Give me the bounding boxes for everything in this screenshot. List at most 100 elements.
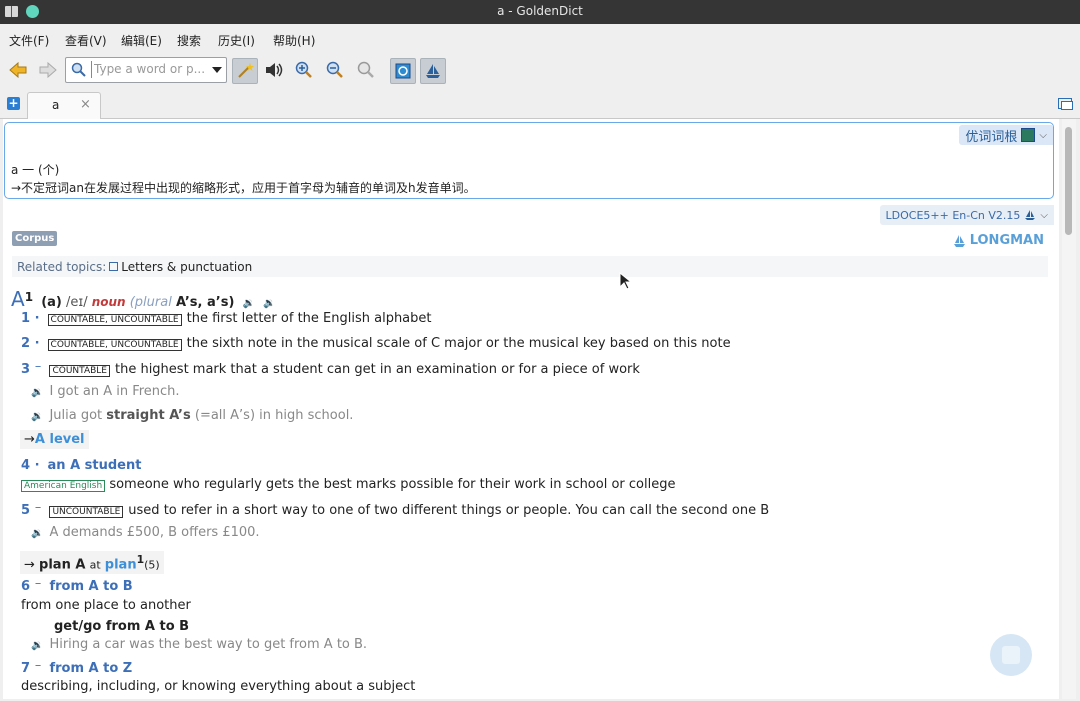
tab-a[interactable]: a × xyxy=(27,92,101,119)
cross-reference[interactable]: → plan A at plan1(5) xyxy=(20,551,164,575)
zoom-in-button[interactable] xyxy=(292,58,316,82)
example-text: I got an A in French. xyxy=(49,384,180,399)
arrow-icon: → xyxy=(24,432,35,447)
xref-link[interactable]: A level xyxy=(35,432,85,447)
sense-definition: the first letter of the English alphabet xyxy=(186,311,432,326)
dictionary-tab-ldoce[interactable]: LDOCE5++ En-Cn V2.15 ⌵ xyxy=(879,205,1054,225)
chevron-down-icon[interactable]: ⌵ xyxy=(1040,210,1048,221)
chevron-down-icon[interactable]: ⌵ xyxy=(1039,130,1047,141)
sense-4: 4 · an A student xyxy=(21,458,141,473)
speaker-icon[interactable]: 🔉 xyxy=(31,411,43,422)
menu-history[interactable]: 历史(I) xyxy=(218,32,255,49)
wordlist-button[interactable] xyxy=(420,58,446,84)
zoom-out-button[interactable] xyxy=(323,58,347,82)
sense-mark: ⁻ xyxy=(34,503,42,518)
article-longman: LDOCE5++ En-Cn V2.15 ⌵ Corpus LONGMAN Re… xyxy=(4,203,1054,699)
zoom-reset-icon xyxy=(357,61,374,78)
search-box[interactable] xyxy=(65,57,227,83)
related-topics: Related topics: Letters & punctuation xyxy=(12,256,1048,277)
related-topic-link[interactable]: Letters & punctuation xyxy=(121,260,252,274)
grammar-label: COUNTABLE xyxy=(49,365,110,377)
speaker-icon[interactable]: 🔉 xyxy=(243,298,255,309)
new-tab-button[interactable]: + xyxy=(7,97,20,110)
part-of-speech: noun xyxy=(91,295,126,309)
topic-box-icon xyxy=(109,262,119,271)
grammar-label: UNCOUNTABLE xyxy=(49,506,124,518)
sense-7: 7 ⁻ from A to Z xyxy=(21,661,132,676)
headword-line: A1 (a) /eɪ/ noun (plural A’s, a’s) 🔉 🔉 xyxy=(11,287,276,311)
example: 🔉 A demands £500, B offers £100. xyxy=(31,525,260,540)
arrow-icon: → xyxy=(24,557,35,573)
scrollbar-thumb[interactable] xyxy=(1065,127,1072,235)
speaker-icon[interactable]: 🔉 xyxy=(31,528,43,539)
zoom-out-icon xyxy=(326,61,343,78)
definition-line: →不定冠词an在发展过程中出现的缩略形式，应用于首字母为辅音的单词及h发音单词。 xyxy=(11,181,476,195)
zoom-reset-button[interactable] xyxy=(354,58,378,82)
sense-mark: · xyxy=(34,311,40,326)
sense-number: 4 xyxy=(21,458,31,473)
sense-mark: ⁻ xyxy=(34,579,42,594)
menu-bar: 文件(F) 查看(V) 编辑(E) 搜索 历史(I) 帮助(H) xyxy=(0,28,1080,50)
sense-phrase: from A to B xyxy=(49,579,133,594)
tab-list-icon[interactable] xyxy=(1058,98,1073,110)
ship-icon xyxy=(953,234,965,247)
scan-popup-button[interactable] xyxy=(232,58,258,84)
corpus-button[interactable]: Corpus xyxy=(12,231,58,246)
vertical-scrollbar[interactable] xyxy=(1062,119,1076,699)
menu-help[interactable]: 帮助(H) xyxy=(273,32,315,49)
example-collocation: straight A’s xyxy=(106,408,191,423)
speaker-icon[interactable]: 🔉 xyxy=(31,640,43,651)
speaker-icon xyxy=(266,63,283,77)
pronounce-button[interactable] xyxy=(262,58,286,82)
back-button[interactable] xyxy=(6,58,30,82)
grammar-label: COUNTABLE, UNCOUNTABLE xyxy=(47,339,182,351)
sense-mark: · xyxy=(34,336,40,351)
mouse-cursor-icon xyxy=(619,272,631,290)
definition-line: a 一 (个) xyxy=(11,163,60,177)
longman-brand: LONGMAN xyxy=(969,233,1044,248)
floating-dictionary-button[interactable] xyxy=(990,634,1032,676)
xref-link[interactable]: plan xyxy=(105,557,137,572)
example-text: (=all A’s) in high school. xyxy=(194,408,354,423)
article-youci: 优词词根 ⌵ a 一 (个) →不定冠词an在发展过程中出现的缩略形式，应用于首… xyxy=(4,122,1054,199)
sense-number: 6 xyxy=(21,579,31,594)
menu-view[interactable]: 查看(V) xyxy=(65,32,107,49)
sense-definition: describing, including, or knowing everyt… xyxy=(21,679,416,694)
menu-file[interactable]: 文件(F) xyxy=(9,32,49,49)
tab-label: a xyxy=(52,98,60,112)
search-separator xyxy=(91,61,92,78)
plural-label: (plural xyxy=(129,295,172,310)
xref-sup: 1 xyxy=(136,553,145,566)
dictionary-tab-youci[interactable]: 优词词根 ⌵ xyxy=(959,125,1053,145)
title-bar: a - GoldenDict xyxy=(0,0,1080,24)
sense-mark: · xyxy=(34,458,40,473)
zoom-in-icon xyxy=(295,61,312,78)
tab-bar: + a × xyxy=(0,92,1080,119)
close-icon[interactable]: × xyxy=(80,97,91,112)
forward-button[interactable] xyxy=(36,58,60,82)
sense-5: 5 ⁻ UNCOUNTABLE used to refer in a short w… xyxy=(21,503,769,518)
sub-phrase: get/go from A to B xyxy=(54,619,190,634)
speaker-icon[interactable]: 🔉 xyxy=(263,298,275,309)
sense-6: 6 ⁻ from A to B xyxy=(21,579,133,594)
menu-edit[interactable]: 编辑(E) xyxy=(121,32,162,49)
search-input[interactable] xyxy=(94,60,204,78)
sense-3: 3 ⁻ COUNTABLE the highest mark that a stud… xyxy=(21,362,640,377)
magic-wand-icon xyxy=(238,63,254,78)
sense-number: 2 xyxy=(21,336,31,351)
sense-mark: ⁻ xyxy=(34,362,42,377)
arrow-right-icon xyxy=(39,62,57,78)
example: 🔉 Hiring a car was the best way to get fr… xyxy=(31,637,367,652)
sense-definition: used to refer in a short way to one of t… xyxy=(128,503,770,518)
speaker-icon[interactable]: 🔉 xyxy=(31,387,43,398)
cross-reference[interactable]: →A level xyxy=(20,430,89,449)
dictionary-bar-button[interactable] xyxy=(390,58,416,84)
menu-search[interactable]: 搜索 xyxy=(177,32,201,49)
chevron-down-icon[interactable] xyxy=(212,67,222,73)
window-title: a - GoldenDict xyxy=(497,4,583,18)
pronunciation: /eɪ/ xyxy=(65,295,88,310)
article-view[interactable]: 优词词根 ⌵ a 一 (个) →不定冠词an在发展过程中出现的缩略形式，应用于首… xyxy=(3,119,1059,699)
ship-icon xyxy=(1025,210,1036,220)
dictionary-icon xyxy=(1021,128,1036,142)
sense-definition: the highest mark that a student can get … xyxy=(114,362,640,377)
